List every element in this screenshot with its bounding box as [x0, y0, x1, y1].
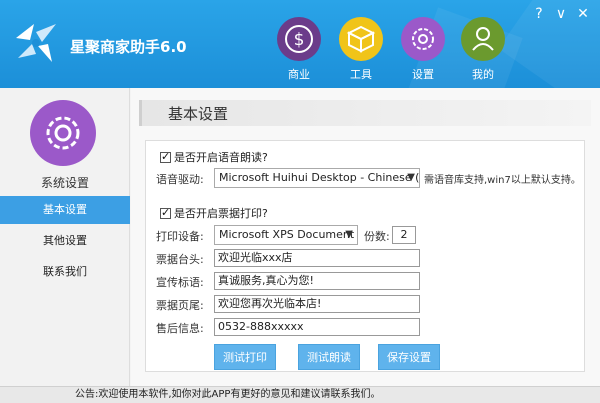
nav-label: 设置 — [412, 68, 434, 81]
chevron-down-icon: ▼ — [407, 172, 415, 183]
main-content: 基本设置 是否开启语音朗读? 语音驱动: Microsoft Huihui De… — [131, 88, 600, 386]
title-bar: 星聚商家助手6.0 $ 商业 工具 设置 我的 ? ∨ ✕ — [0, 0, 600, 88]
print-checkbox[interactable]: 是否开启票据打印? — [160, 205, 268, 221]
settings-panel: 是否开启语音朗读? 语音驱动: Microsoft Huihui Desktop… — [145, 140, 585, 372]
settings-gear-icon — [30, 100, 96, 166]
nav-settings[interactable]: 设置 — [398, 17, 448, 82]
checkbox-checked-icon[interactable] — [160, 150, 171, 163]
box-icon — [339, 17, 383, 61]
sidebar: 系统设置 基本设置 其他设置 联系我们 — [0, 88, 130, 386]
voice-checkbox[interactable]: 是否开启语音朗读? — [160, 149, 268, 165]
print-device-label: 打印设备: — [156, 230, 204, 243]
minimize-button[interactable]: ∨ — [552, 6, 570, 22]
slogan-input[interactable]: 真诚服务,真心为您! — [214, 272, 420, 290]
section-title: 基本设置 — [168, 105, 229, 123]
aftersale-label: 售后信息: — [156, 322, 204, 335]
print-device-select[interactable]: Microsoft XPS Document ▼ — [214, 225, 358, 245]
user-icon — [461, 17, 505, 61]
voice-driver-note: 需语音库支持,win7以上默认支持。 — [424, 175, 581, 186]
copies-input[interactable]: 2 — [392, 226, 416, 244]
aftersale-input[interactable]: 0532-888xxxxx — [214, 318, 420, 336]
nav-tools[interactable]: 工具 — [336, 17, 386, 82]
sidebar-item-other[interactable]: 其他设置 — [0, 227, 130, 255]
receipt-header-input[interactable]: 欢迎光临xxx店 — [214, 249, 420, 267]
nav-label: 我的 — [472, 68, 494, 81]
nav-business[interactable]: $ 商业 — [274, 17, 324, 82]
svg-text:$: $ — [294, 30, 305, 50]
close-button[interactable]: ✕ — [574, 6, 592, 22]
nav-mine[interactable]: 我的 — [458, 17, 508, 82]
slogan-label: 宣传标语: — [156, 276, 204, 289]
sidebar-title: 系统设置 — [40, 176, 89, 190]
test-read-button[interactable]: 测试朗读 — [298, 344, 360, 370]
sidebar-item-basic[interactable]: 基本设置 — [0, 196, 130, 224]
test-print-button[interactable]: 测试打印 — [214, 344, 276, 370]
voice-driver-value: Microsoft Huihui Desktop - Chinese ( — [219, 171, 420, 184]
print-device-value: Microsoft XPS Document — [219, 228, 355, 241]
dollar-icon: $ — [277, 17, 321, 61]
receipt-footer-input[interactable]: 欢迎您再次光临本店! — [214, 295, 420, 313]
voice-checkbox-label: 是否开启语音朗读? — [174, 151, 268, 164]
app-logo-icon — [16, 24, 56, 62]
voice-driver-label: 语音驱动: — [156, 173, 204, 186]
receipt-footer-label: 票据页尾: — [156, 299, 204, 312]
voice-driver-select[interactable]: Microsoft Huihui Desktop - Chinese ( ▼ — [214, 168, 420, 188]
app-title: 星聚商家助手6.0 — [70, 38, 187, 56]
print-checkbox-label: 是否开启票据打印? — [174, 207, 268, 220]
receipt-header-label: 票据台头: — [156, 253, 204, 266]
status-bar: 公告:欢迎使用本软件,如你对此APP有更好的意见和建议请联系我们。 — [0, 386, 600, 403]
gear-icon — [401, 17, 445, 61]
copies-label: 份数: — [364, 230, 390, 243]
nav-label: 商业 — [288, 68, 310, 81]
nav-label: 工具 — [350, 68, 372, 81]
sidebar-item-contact[interactable]: 联系我们 — [0, 258, 130, 286]
save-settings-button[interactable]: 保存设置 — [378, 344, 440, 370]
chevron-down-icon: ▼ — [345, 229, 353, 240]
section-header: 基本设置 — [139, 100, 591, 126]
checkbox-checked-icon[interactable] — [160, 206, 171, 219]
help-button[interactable]: ? — [530, 6, 548, 22]
